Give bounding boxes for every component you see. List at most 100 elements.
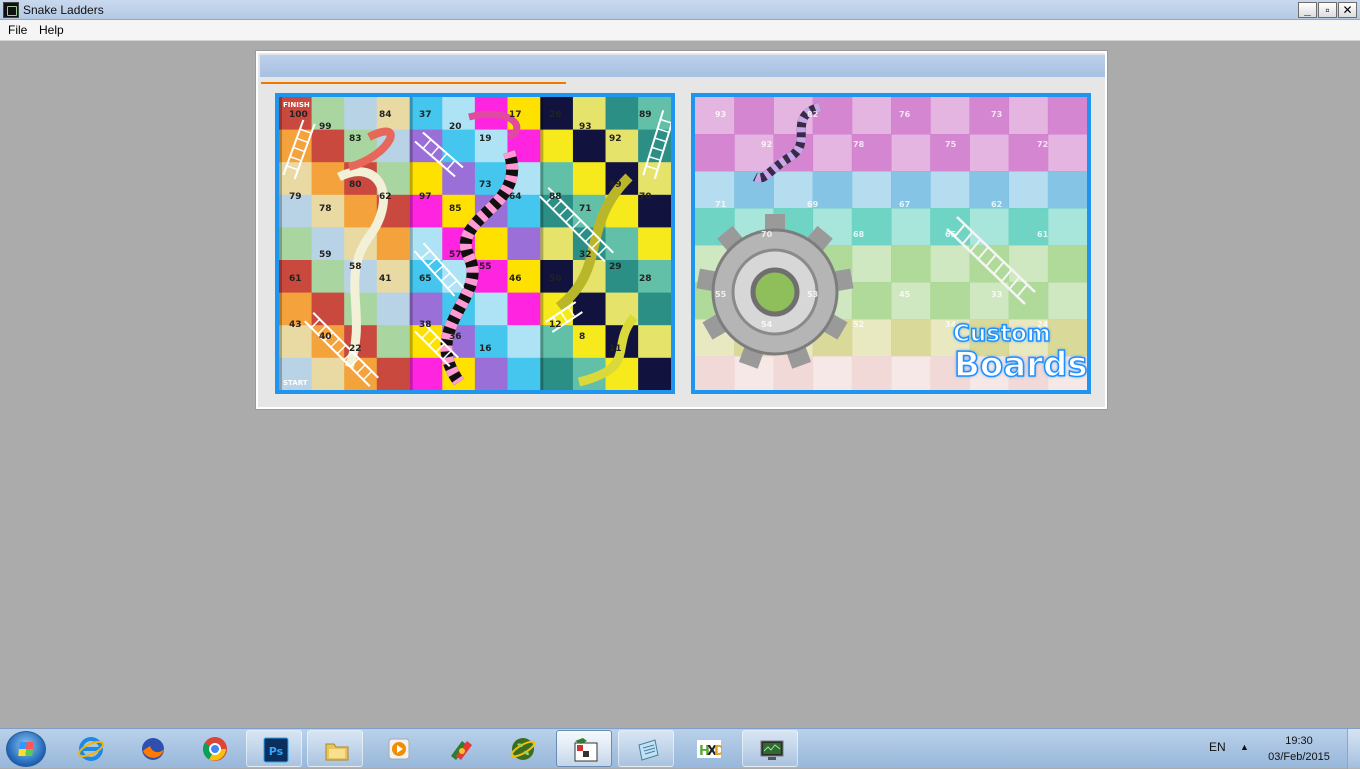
board-number: 41: [379, 274, 392, 284]
board-cell: [311, 357, 345, 390]
title-bar: Snake Ladders _ ▫ ✕: [0, 0, 1360, 20]
classic-boards-tile[interactable]: FINISH START 100 99 83 84 79 78 80 62 61 59 58 41 43 40…: [275, 93, 675, 394]
board-number: 8: [579, 332, 585, 342]
board-number: 12: [549, 320, 562, 330]
board-number: 52: [853, 320, 864, 329]
clock-time[interactable]: 19:30: [1270, 735, 1328, 747]
board-number: 20: [449, 122, 462, 132]
board-cell: [409, 357, 443, 390]
panel-header: [260, 55, 1105, 77]
taskbar-hxd[interactable]: H X D: [680, 730, 736, 767]
show-desktop-button[interactable]: [1347, 729, 1360, 769]
board-number: 72: [1037, 140, 1048, 149]
board-number: 88: [549, 192, 562, 202]
board-cell: [638, 292, 671, 326]
board-cell: [638, 227, 671, 261]
board-cell: [540, 325, 574, 359]
board-number: 93: [579, 122, 592, 132]
board-number: 65: [419, 274, 432, 284]
maximize-button[interactable]: ▫: [1318, 2, 1337, 18]
classic-board-art: FINISH START 100 99 83 84 79 78 80 62 61 59 58 41 43 40…: [279, 97, 671, 390]
board-number: 40: [319, 332, 332, 342]
board-cell: [279, 227, 313, 261]
panel-accent-line: [261, 82, 566, 84]
menu-help[interactable]: Help: [39, 23, 64, 37]
clock-date[interactable]: 03/Feb/2015: [1262, 751, 1336, 763]
taskbar-monitor[interactable]: [742, 730, 798, 767]
app-icon: [451, 741, 472, 760]
board-number: 97: [419, 192, 432, 202]
taskbar-notepad[interactable]: [618, 730, 674, 767]
board-cell: [376, 227, 410, 261]
board-number: 73: [479, 180, 492, 190]
board-number: 75: [945, 140, 957, 149]
finish-label: FINISH: [283, 101, 310, 109]
board-number: 54: [761, 320, 773, 329]
board-cell: [442, 162, 476, 196]
board-number: 26: [549, 110, 562, 120]
board-number: 80: [349, 180, 362, 190]
board-number: 59: [319, 250, 332, 260]
taskbar-media-player[interactable]: [370, 730, 426, 767]
firefox-icon: [142, 738, 164, 760]
app-icon: [3, 2, 19, 18]
board-number: 45: [899, 290, 911, 299]
board-number: 100: [289, 110, 308, 120]
taskbar-firefox[interactable]: [124, 730, 180, 767]
taskbar-internet-explorer[interactable]: [62, 730, 118, 767]
custom-boards-label-line2: Boards: [953, 344, 1088, 386]
board-strip: [540, 97, 671, 390]
taskbar-globe[interactable]: [494, 730, 550, 767]
board-number: 62: [379, 192, 392, 202]
start-button[interactable]: [6, 731, 46, 767]
window-title: Snake Ladders: [23, 3, 104, 17]
tray-expand-icon[interactable]: ▲: [1240, 742, 1249, 752]
strip-divider: [540, 97, 544, 390]
taskbar-chrome[interactable]: [186, 730, 242, 767]
board-number: 65: [945, 230, 957, 239]
board-number: 73: [991, 110, 1002, 119]
monitor-icon: [760, 740, 784, 760]
board-cell: [409, 227, 443, 261]
board-number: 78: [853, 140, 865, 149]
board-cell: [279, 325, 313, 359]
board-number: 64: [509, 192, 522, 202]
board-number: 61: [1037, 230, 1049, 239]
taskbar-app[interactable]: [432, 730, 488, 767]
board-cell: [638, 357, 671, 390]
board-number: 69: [609, 180, 622, 190]
menu-file[interactable]: File: [8, 23, 27, 37]
board-number: 93: [715, 110, 726, 119]
taskbar-file-explorer[interactable]: [307, 730, 363, 767]
board-cell: [540, 227, 574, 261]
minimize-button[interactable]: _: [1298, 2, 1317, 18]
board-number: 19: [479, 134, 492, 144]
menu-bar: File Help: [0, 20, 1360, 41]
board-number: 70: [639, 192, 652, 202]
board-number: 71: [715, 200, 727, 209]
close-button[interactable]: ✕: [1338, 2, 1357, 18]
board-number: 32: [579, 250, 592, 260]
strip-divider: [279, 97, 282, 390]
board-number: 62: [991, 200, 1002, 209]
board-number: 76: [899, 110, 911, 119]
hxd-icon: H X D: [697, 740, 722, 759]
board-cell: [311, 260, 345, 294]
board-number: 46: [509, 274, 522, 284]
file-explorer-icon: [325, 743, 349, 761]
board-cell: [638, 325, 671, 359]
strip-divider: [409, 97, 413, 390]
photoshop-icon: Ps: [263, 737, 289, 763]
board-cell: [311, 292, 345, 326]
taskbar-snake-ladders[interactable]: [556, 730, 612, 767]
internet-explorer-icon: [78, 737, 104, 761]
taskbar-photoshop[interactable]: Ps: [246, 730, 302, 767]
custom-boards-tile[interactable]: 93 92 82 78 76 75 73 72 71 70 69 68 67 65 62 61 55 54 53 52…: [691, 93, 1091, 394]
notepad-icon: [638, 739, 659, 761]
board-cell: [572, 325, 607, 359]
board-number: 17: [509, 110, 522, 120]
board-number: 70: [761, 230, 773, 239]
language-indicator[interactable]: EN: [1209, 740, 1226, 754]
board-number: 78: [319, 204, 332, 214]
board-cell: [638, 162, 671, 196]
